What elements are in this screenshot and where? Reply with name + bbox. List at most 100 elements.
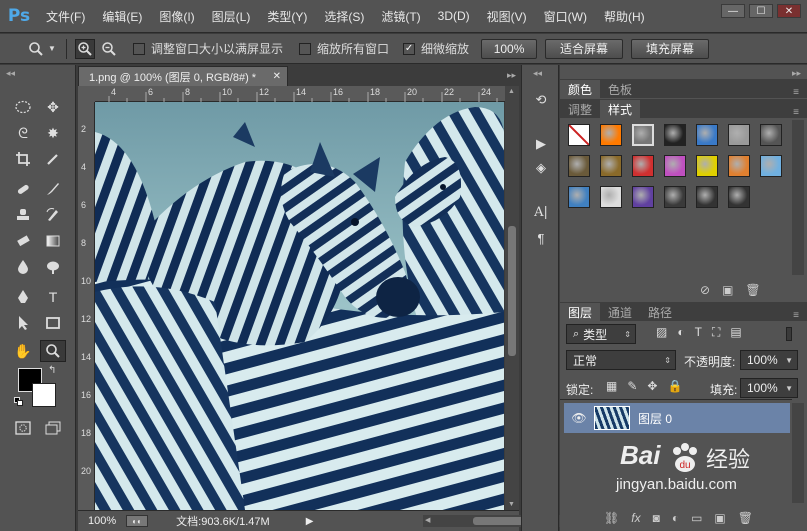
zoom-tool-icon[interactable] [40,340,66,362]
eraser-tool-icon[interactable] [10,230,36,252]
style-swatch[interactable] [664,124,686,146]
fx-icon[interactable]: fx [631,511,640,525]
scroll-up-icon[interactable]: ▲ [508,88,515,95]
menu-3d[interactable]: 3D(D) [438,9,470,23]
tab-channels[interactable]: 通道 [600,303,640,321]
zoom-100-button[interactable]: 100% [481,38,538,59]
tab-color[interactable]: 颜色 [560,80,601,98]
style-swatch[interactable] [696,155,718,177]
layer-row[interactable]: 👁 图层 0 [564,403,790,433]
style-swatch[interactable] [696,124,718,146]
panel-menu-icon[interactable]: ≡ [793,107,799,118]
new-layer-icon[interactable]: ▣ [714,511,725,525]
style-swatch[interactable] [664,155,686,177]
scroll-down-icon[interactable]: ▼ [508,501,515,508]
menu-layer[interactable]: 图层(L) [212,8,251,25]
blur-tool-icon[interactable] [10,256,36,278]
paragraph-panel-icon[interactable]: ¶ [531,229,551,247]
smart-object-filter-icon[interactable]: ▤ [730,325,741,340]
fill-input[interactable]: 100% ▼ [740,378,798,398]
style-swatch[interactable] [760,124,782,146]
style-swatch[interactable] [728,124,750,146]
background-color-swatch[interactable] [32,383,56,407]
style-swatch[interactable] [568,155,590,177]
style-swatch[interactable] [760,155,782,177]
ruler-origin[interactable] [78,86,95,102]
style-swatch[interactable] [568,186,590,208]
scrubby-zoom-checkbox[interactable]: ✓ 细微缩放 [403,40,469,57]
zoom-in-icon[interactable] [75,38,95,59]
layer-filter-select[interactable]: ⌕ 类型 ⇕ [566,324,636,344]
scroll-left-icon[interactable]: ◀ [425,516,430,524]
quick-mask-icon[interactable] [10,417,36,439]
history-brush-tool-icon[interactable] [40,204,66,226]
lasso-tool-icon[interactable]: ᘓ [10,122,36,144]
adjustment-layer-icon[interactable]: ◐ [672,511,679,525]
panel-menu-icon[interactable]: ≡ [793,87,799,98]
marquee-tool-icon[interactable] [10,96,36,118]
style-swatch[interactable] [568,124,590,146]
minimize-button[interactable]: — [721,4,745,18]
style-swatch[interactable] [728,155,750,177]
style-swatch[interactable] [664,186,686,208]
gradient-tool-icon[interactable] [40,230,66,252]
menu-help[interactable]: 帮助(H) [604,8,645,25]
menu-window[interactable]: 窗口(W) [544,8,587,25]
style-swatch[interactable] [632,155,654,177]
pen-tool-icon[interactable] [10,286,36,308]
document-canvas[interactable] [95,102,504,510]
tab-styles[interactable]: 样式 [600,100,641,118]
actions-panel-icon[interactable]: ▶ [531,135,551,153]
menu-view[interactable]: 视图(V) [487,8,527,25]
style-swatch[interactable] [632,186,654,208]
crop-tool-icon[interactable] [10,148,36,170]
menu-edit[interactable]: 编辑(E) [102,8,142,25]
swap-colors-icon[interactable]: ↰ [48,365,56,376]
menu-file[interactable]: 文件(F) [46,8,85,25]
eye-icon[interactable]: 👁 [568,411,590,425]
zoom-all-windows-checkbox[interactable]: 缩放所有窗口 [299,40,389,57]
style-swatch[interactable] [600,186,622,208]
type-tool-icon[interactable]: T [40,286,66,308]
move-tool-icon[interactable]: ✥ [40,96,66,118]
fill-screen-button[interactable]: 填充屏幕 [631,38,710,59]
link-layers-icon[interactable]: ⛓ [604,511,619,525]
magic-wand-tool-icon[interactable]: ✸ [40,122,66,144]
close-icon[interactable]: ✕ [273,71,281,82]
path-selection-tool-icon[interactable] [10,312,36,334]
menu-type[interactable]: 类型(Y) [267,8,307,25]
status-info-icon[interactable]: ◐◐ [126,515,149,527]
menu-filter[interactable]: 滤镜(T) [381,8,420,25]
zoom-tool-preset-icon[interactable] [26,39,46,59]
panel-menu-icon[interactable]: ≡ [793,310,799,321]
status-menu-arrow-icon[interactable]: ▶ [306,516,314,527]
zoom-out-icon[interactable] [99,39,119,59]
layers-scrollbar[interactable] [792,403,804,503]
document-tab[interactable]: 1.png @ 100% (图层 0, RGB/8#) * ✕ [78,66,288,86]
new-group-icon[interactable]: ▭ [691,511,702,525]
default-colors-icon[interactable] [14,397,24,407]
maximize-button[interactable]: ☐ [749,4,773,18]
type-filter-icon[interactable]: T [695,325,702,340]
tab-paths[interactable]: 路径 [640,303,680,321]
tab-swatches[interactable]: 色板 [600,80,640,98]
clone-stamp-tool-icon[interactable] [10,204,36,226]
style-swatch[interactable] [600,155,622,177]
close-button[interactable]: ✕ [777,4,801,18]
collapse-arrows-icon[interactable]: ▸▸ [507,70,516,81]
menu-image[interactable]: 图像(I) [159,8,194,25]
collapse-arrows-icon[interactable]: ▸▸ [792,68,801,79]
trash-icon[interactable]: 🗑 [738,511,753,525]
layer-name[interactable]: 图层 0 [638,410,672,427]
opacity-input[interactable]: 100% ▼ [740,350,798,370]
vertical-scroll-thumb[interactable] [508,226,516,356]
add-mask-icon[interactable]: ◙ [653,511,660,525]
zoom-level[interactable]: 100% [88,515,116,527]
vertical-ruler[interactable]: 2 4 6 8 10 12 14 16 18 20 [78,102,95,510]
tab-layers[interactable]: 图层 [560,303,601,321]
resize-windows-checkbox[interactable]: 调整窗口大小以满屏显示 [133,40,283,57]
style-swatch[interactable] [600,124,622,146]
lock-transparent-icon[interactable]: ▦ [606,379,617,393]
clear-style-icon[interactable]: ⊘ [700,283,710,297]
pixel-filter-icon[interactable]: ▨ [656,325,667,340]
